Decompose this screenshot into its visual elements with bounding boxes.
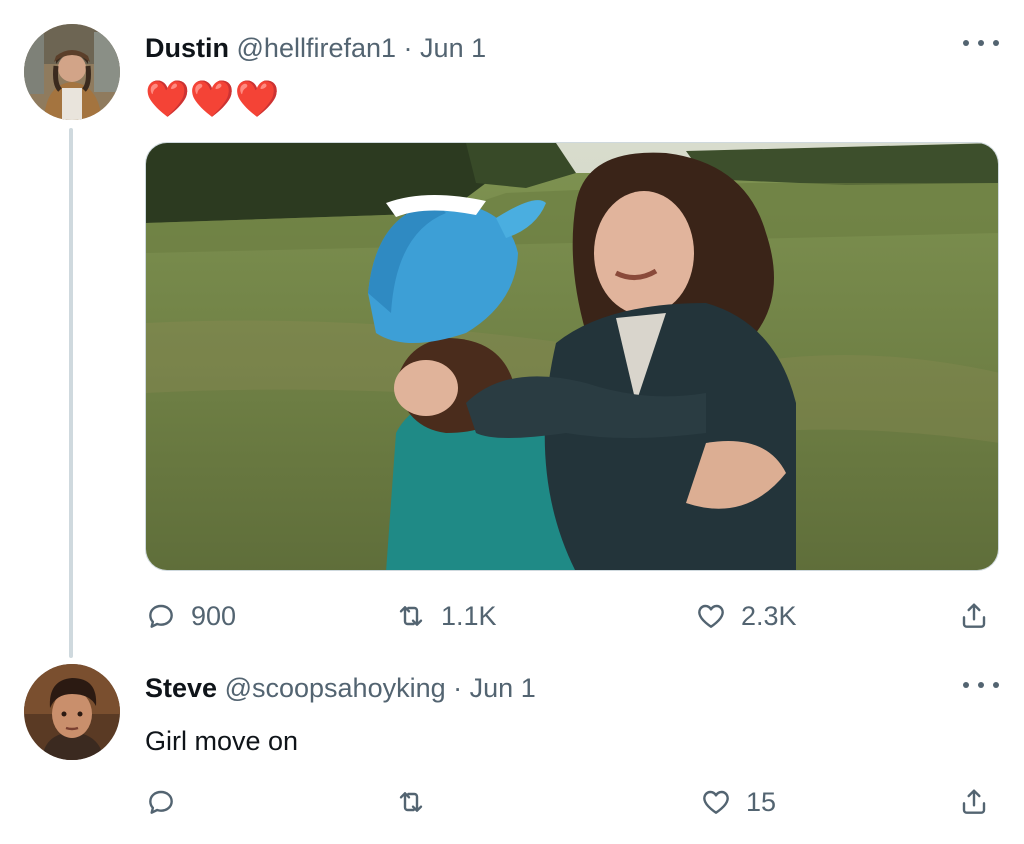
tweet-date[interactable]: Jun 1	[470, 673, 536, 703]
dustin-avatar-image	[24, 24, 120, 120]
steve-avatar-image	[24, 664, 120, 760]
avatar-steve[interactable]	[24, 664, 120, 760]
separator-dot: ·	[403, 33, 413, 63]
tweet-actions: 900 1.1K 2.3K	[145, 594, 995, 638]
tweet-body: ❤️❤️❤️	[145, 78, 280, 119]
author-handle[interactable]: @hellfirefan1	[237, 33, 397, 63]
tweet-body: Girl move on	[145, 726, 299, 756]
share-button[interactable]	[958, 594, 990, 638]
share-button[interactable]	[958, 780, 990, 824]
reply-button[interactable]: 900	[145, 594, 236, 638]
like-button[interactable]: 2.3K	[695, 594, 797, 638]
heart-icon	[703, 790, 729, 814]
more-dot-icon	[993, 682, 999, 688]
thread-connector-line	[69, 128, 73, 658]
heart-icon	[698, 604, 724, 628]
retweet-count: 1.1K	[441, 600, 497, 631]
like-count: 15	[746, 786, 777, 817]
tweet-header: Dustin @hellfirefan1 · Jun 1	[145, 31, 486, 65]
share-icon	[962, 789, 986, 814]
retweet-button[interactable]: 1.1K	[395, 594, 497, 638]
tweet-actions: 15	[145, 780, 995, 824]
reply-icon	[149, 790, 173, 814]
separator-dot: ·	[453, 673, 463, 703]
reply-count: 900	[191, 600, 237, 631]
avatar-dustin[interactable]	[24, 24, 120, 120]
author-handle[interactable]: @scoopsahoyking	[225, 673, 446, 703]
retweet-icon	[399, 606, 423, 626]
author-name[interactable]: Dustin	[145, 33, 229, 63]
more-dot-icon	[978, 682, 984, 688]
tweet-date[interactable]: Jun 1	[420, 33, 486, 63]
retweet-icon	[399, 792, 423, 812]
like-count: 2.3K	[741, 600, 797, 631]
tweet-media-photo[interactable]	[145, 142, 999, 571]
more-options-button[interactable]	[963, 675, 999, 695]
more-dot-icon	[978, 40, 984, 46]
more-options-button[interactable]	[963, 33, 999, 53]
more-dot-icon	[963, 682, 969, 688]
reply-icon	[149, 604, 173, 628]
tweet-header: Steve @scoopsahoyking · Jun 1	[145, 671, 536, 705]
like-button[interactable]: 15	[700, 780, 776, 824]
more-dot-icon	[963, 40, 969, 46]
share-icon	[962, 603, 986, 628]
author-name[interactable]: Steve	[145, 673, 217, 703]
reply-button[interactable]	[145, 780, 191, 824]
more-dot-icon	[993, 40, 999, 46]
photo-two-people-hugging	[146, 143, 998, 570]
retweet-button[interactable]	[395, 780, 441, 824]
